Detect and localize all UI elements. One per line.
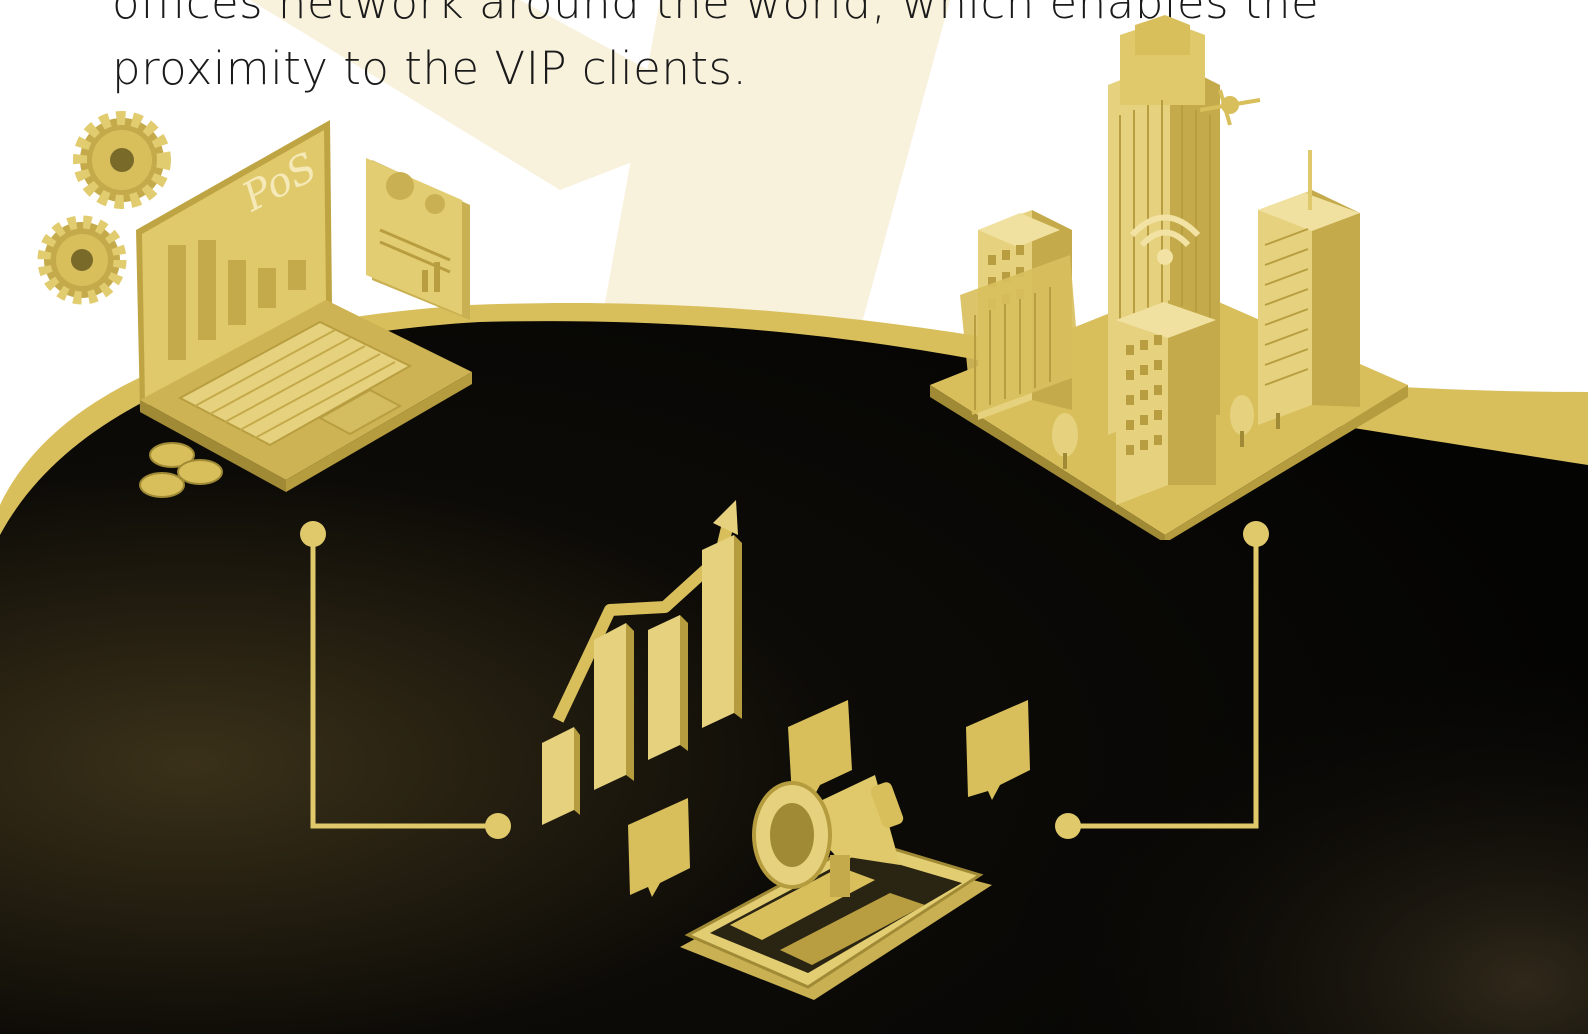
growth-chart-megaphone-icon bbox=[530, 495, 1050, 1025]
office-building-icon bbox=[1116, 300, 1216, 505]
laptop-pos-icon: PoS bbox=[30, 100, 490, 520]
connector-dot bbox=[485, 813, 511, 839]
bar-column bbox=[542, 727, 580, 825]
office-building-icon bbox=[960, 210, 1080, 420]
connector-left bbox=[310, 534, 498, 829]
bar-column bbox=[702, 535, 742, 728]
connector-dot bbox=[1055, 813, 1081, 839]
report-document-icon bbox=[366, 158, 470, 320]
city-buildings-icon bbox=[920, 15, 1420, 540]
connector-dot bbox=[300, 521, 326, 547]
bar-column bbox=[648, 615, 688, 760]
gear-icon bbox=[73, 111, 171, 209]
office-building-icon bbox=[1258, 150, 1360, 425]
chat-bubble-icon bbox=[966, 700, 1030, 800]
chat-bubble-icon bbox=[628, 798, 690, 897]
coin-icon bbox=[139, 442, 223, 498]
infographic-stage: offices network around the world, which … bbox=[0, 0, 1588, 1034]
bar-column bbox=[594, 623, 634, 790]
connector-right bbox=[1068, 534, 1259, 829]
gear-icon bbox=[37, 215, 127, 305]
